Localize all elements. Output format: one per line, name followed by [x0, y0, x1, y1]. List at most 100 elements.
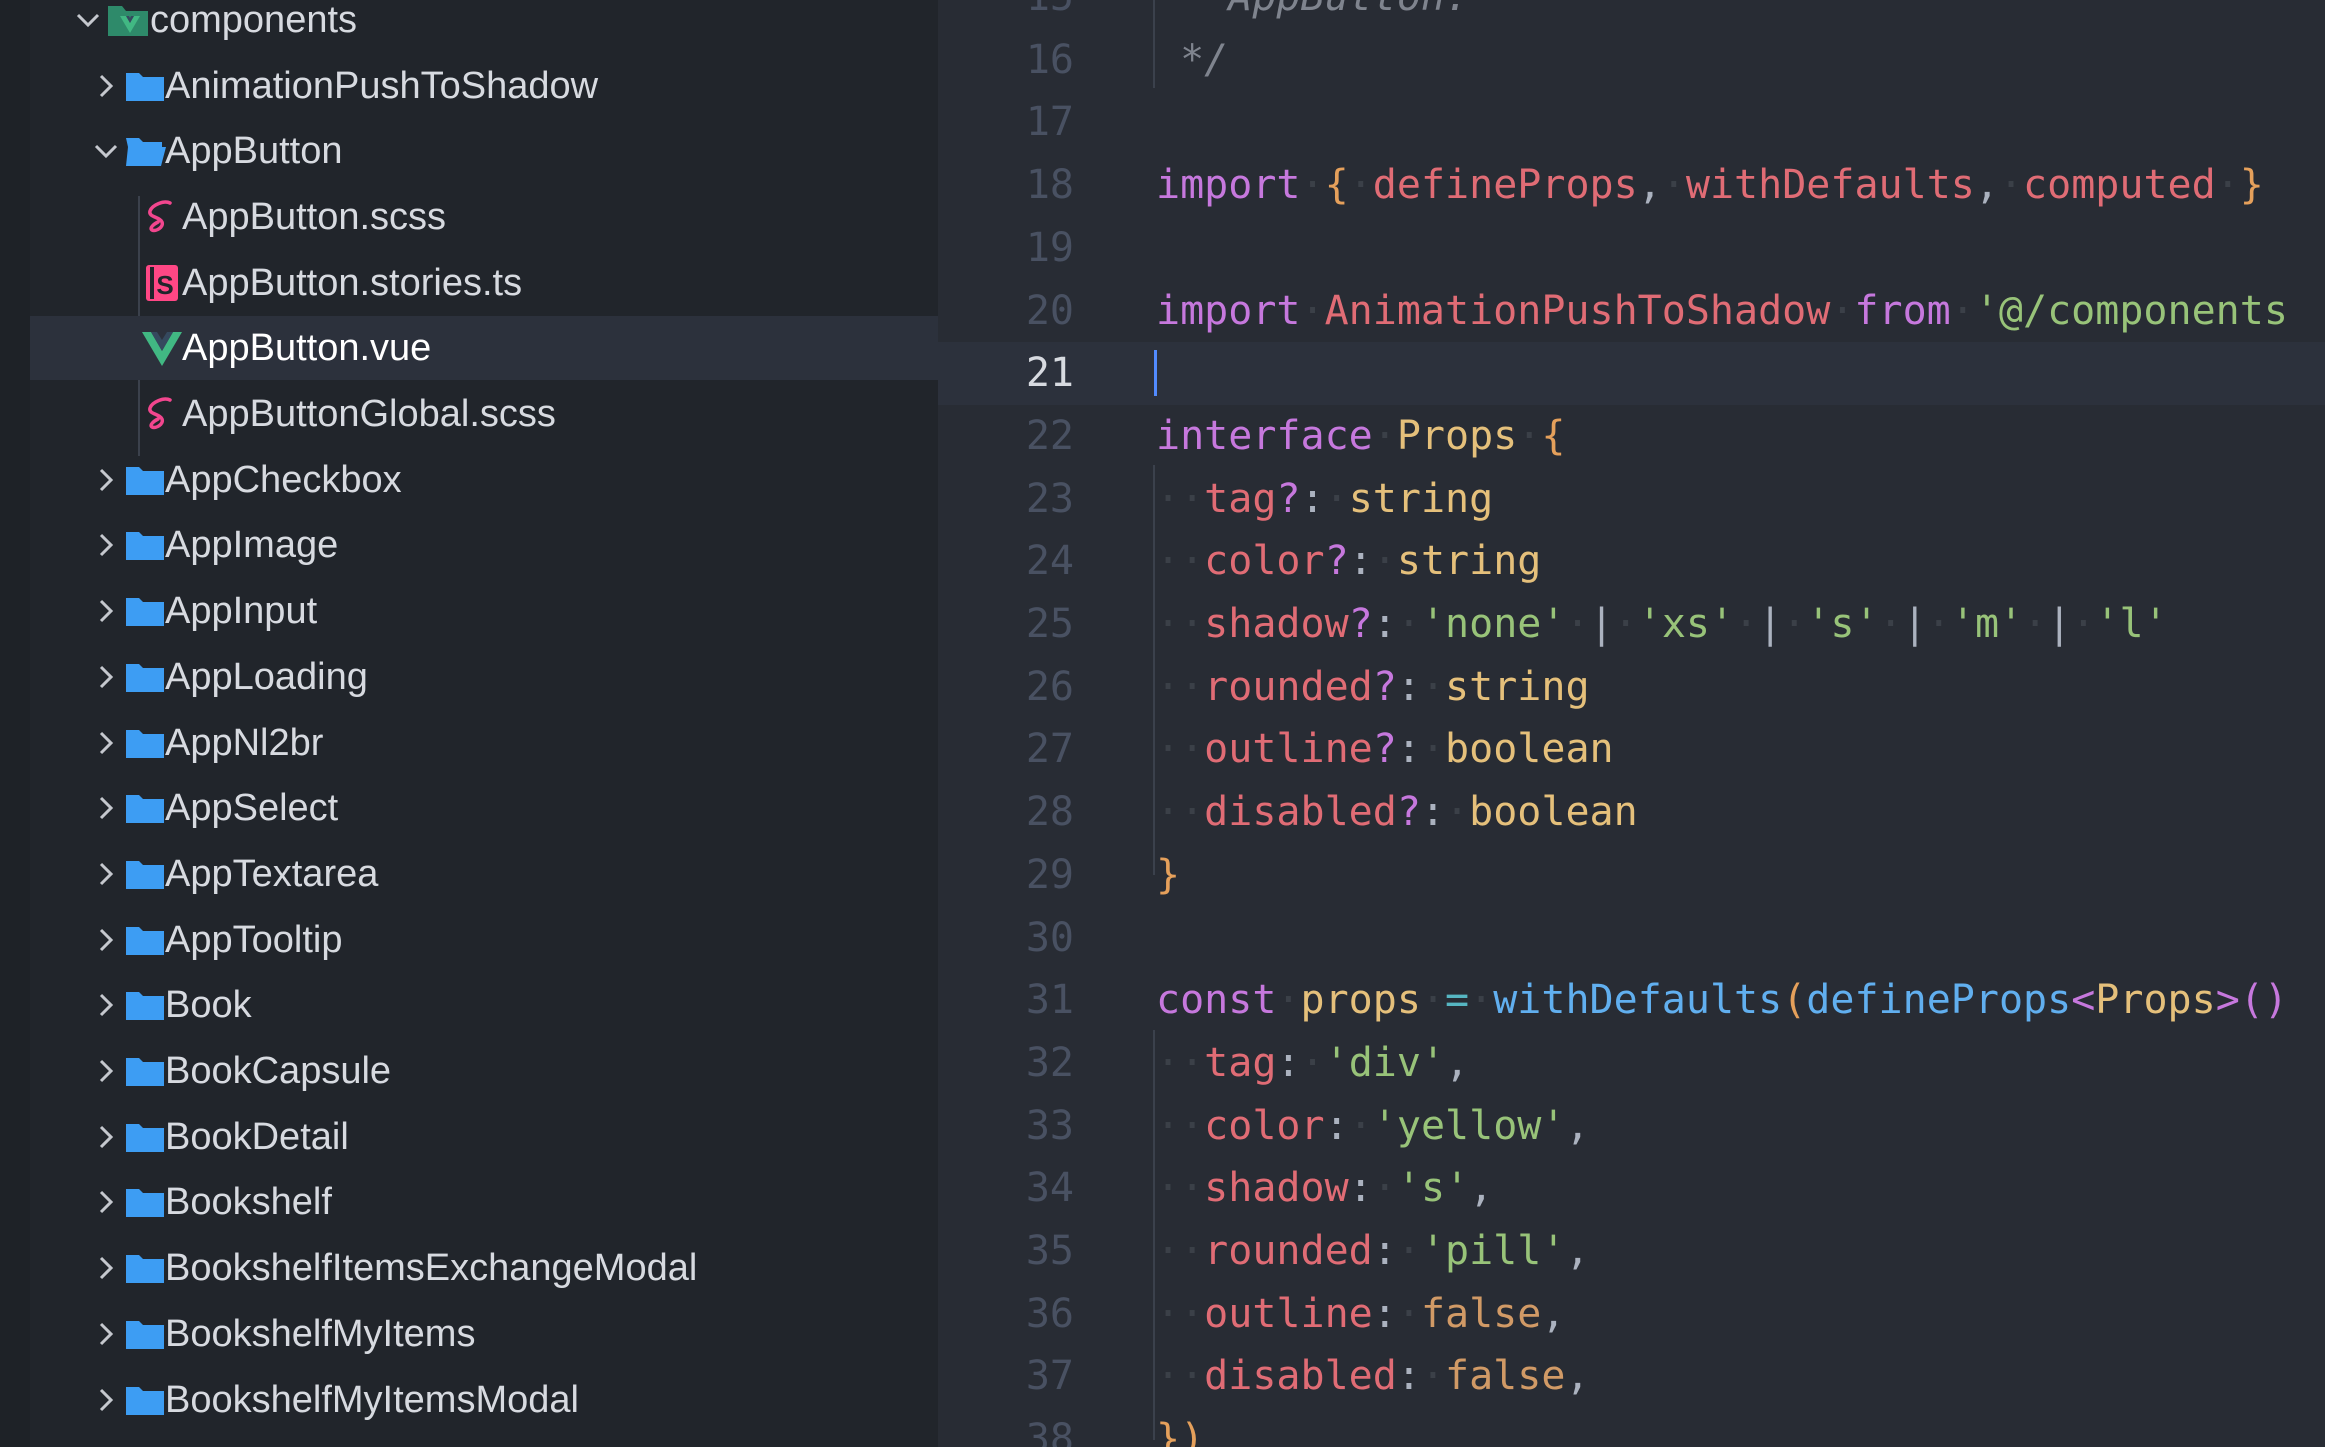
chevron-right-icon[interactable]: [88, 527, 124, 563]
code-token: 'l': [2095, 601, 2168, 647]
code-line[interactable]: 34 ··shadow:·'s',: [938, 1157, 2325, 1220]
code-token: ··: [1156, 663, 1205, 710]
tree-folder-book[interactable]: Book: [30, 973, 938, 1037]
code-token: withDefaults: [1493, 977, 1783, 1024]
code-line[interactable]: 38}): [938, 1408, 2325, 1447]
line-number: 29: [1025, 851, 1074, 898]
code-token: ·: [1420, 1353, 1446, 1400]
code-token: ·: [1348, 162, 1373, 209]
code-token: 'xs': [1637, 601, 1735, 647]
tree-folder-bookshelfmyitems[interactable]: BookshelfMyItems: [30, 1302, 938, 1366]
chevron-right-icon[interactable]: [88, 68, 124, 104]
code-line[interactable]: 27 ··outline?:·boolean: [938, 718, 2325, 781]
code-line[interactable]: 24 ··color?:·string: [938, 530, 2325, 593]
code-line[interactable]: 36 ··outline:·false,: [938, 1283, 2325, 1346]
line-number: 38: [1025, 1416, 1074, 1447]
tree-folder-apploading[interactable]: AppLoading: [30, 645, 938, 709]
chevron-right-icon[interactable]: [88, 1053, 124, 1089]
code-token: ·: [1348, 1102, 1373, 1149]
chevron-right-icon[interactable]: [88, 1184, 124, 1220]
code-token: ·: [1565, 601, 1590, 647]
chevron-right-icon[interactable]: [88, 659, 124, 695]
tree-folder-appimage[interactable]: AppImage: [30, 513, 938, 577]
chevron-right-icon[interactable]: [88, 1119, 124, 1155]
tree-file-appbutton-scss[interactable]: AppButton.scss: [30, 185, 938, 249]
folder-icon: [123, 66, 167, 106]
code-line[interactable]: 18 import·{·defineProps,·withDefaults,·co…: [938, 154, 2325, 217]
code-token: computed: [2023, 162, 2216, 209]
code-line[interactable]: 25 ··shadow?:·'none'·|·'xs'·|·'s'·|·'m'·|…: [938, 593, 2325, 656]
code-line[interactable]: 15 * AppButton.: [938, 0, 2325, 29]
code-line[interactable]: 17: [938, 91, 2325, 154]
tree-root-components[interactable]: components: [30, 0, 938, 52]
chevron-right-icon[interactable]: [88, 856, 124, 892]
tree-item-label: AppTextarea: [165, 852, 379, 895]
tree-folder-animationpushtoshadow[interactable]: AnimationPushToShadow: [30, 54, 938, 118]
tree-folder-bookcapsule[interactable]: BookCapsule: [30, 1039, 938, 1103]
chevron-right-icon[interactable]: [88, 790, 124, 826]
code-line-current[interactable]: 21: [938, 342, 2325, 405]
code-token: ·: [1950, 287, 1975, 334]
tree-folder-apptextarea[interactable]: AppTextarea: [30, 842, 938, 906]
chevron-right-icon[interactable]: [88, 987, 124, 1023]
code-line[interactable]: 33 ··color:·'yellow',: [938, 1095, 2325, 1158]
chevron-down-icon[interactable]: [70, 2, 106, 38]
code-line[interactable]: 35 ··rounded:·'pill',: [938, 1220, 2325, 1283]
code-line[interactable]: 23 ··tag?:·string: [938, 468, 2325, 531]
code-line[interactable]: 32 ··tag:·'div',: [938, 1032, 2325, 1095]
code-token: outline: [1204, 1290, 1373, 1337]
chevron-right-icon[interactable]: [88, 593, 124, 629]
code-line[interactable]: 28 ··disabled?:·boolean: [938, 781, 2325, 844]
tree-folder-appbutton[interactable]: AppButton: [30, 119, 938, 183]
code-token: ··: [1156, 538, 1205, 585]
tree-folder-bookshelfmyitemsmodal[interactable]: BookshelfMyItemsModal: [30, 1368, 938, 1432]
tree-folder-appinput[interactable]: AppInput: [30, 579, 938, 643]
code-token: ··: [1156, 1165, 1205, 1212]
line-number: 28: [1025, 789, 1074, 836]
code-line[interactable]: 20 import·AnimationPushToShadow·from·'@/c…: [938, 280, 2325, 343]
code-line[interactable]: 19: [938, 217, 2325, 280]
code-token: props: [1300, 977, 1421, 1024]
code-token: ·: [1396, 1228, 1421, 1274]
code-token: ··: [1156, 1039, 1205, 1086]
code-line[interactable]: 16 */: [938, 29, 2325, 92]
code-token: false: [1420, 1290, 1542, 1337]
tree-folder-apptooltip[interactable]: AppTooltip: [30, 908, 938, 972]
code-token: ·: [2023, 601, 2048, 647]
code-token: ·: [2215, 162, 2240, 209]
code-token: ?: [1372, 726, 1397, 773]
tree-folder-appnl2br[interactable]: AppNl2br: [30, 711, 938, 775]
tree-file-appbutton-stories-ts[interactable]: S AppButton.stories.ts: [30, 251, 938, 315]
code-token: :: [1372, 601, 1397, 647]
code-token: '@/components: [1974, 287, 2288, 334]
code-token: ··: [1156, 1228, 1205, 1274]
code-line[interactable]: 30: [938, 907, 2325, 970]
chevron-down-icon[interactable]: [88, 133, 124, 169]
chevron-right-icon[interactable]: [88, 1382, 124, 1418]
chevron-right-icon[interactable]: [88, 462, 124, 498]
line-number: 27: [1025, 726, 1074, 773]
tree-folder-bookshelf[interactable]: Bookshelf: [30, 1170, 938, 1234]
code-editor[interactable]: 15 * AppButton.16 */1718import·{·defineP…: [938, 0, 2325, 1447]
activity-bar-edge: [0, 0, 30, 1447]
code-token: ?: [1324, 538, 1349, 585]
code-text: import·AnimationPushToShadow·from·'@/com…: [1156, 286, 2288, 336]
code-line[interactable]: 22 interface·Props·{: [938, 405, 2325, 468]
tree-file-appbuttonglobal-scss[interactable]: AppButtonGlobal.scss: [30, 382, 938, 446]
code-text: import·{·defineProps,·withDefaults,·comp…: [1156, 160, 2264, 210]
chevron-right-icon[interactable]: [88, 1250, 124, 1286]
chevron-right-icon[interactable]: [88, 725, 124, 761]
code-line[interactable]: 37 ··disabled:·false,: [938, 1345, 2325, 1408]
code-token: :: [1348, 1165, 1373, 1212]
tree-folder-appselect[interactable]: AppSelect: [30, 776, 938, 840]
chevron-right-icon[interactable]: [88, 922, 124, 958]
code-line[interactable]: 29}: [938, 844, 2325, 907]
tree-folder-bookshelfitemsexchangemodal[interactable]: BookshelfItemsExchangeModal: [30, 1236, 938, 1300]
chevron-right-icon[interactable]: [88, 1316, 124, 1352]
code-line[interactable]: 31 const·props·=·withDefaults(defineProps…: [938, 969, 2325, 1032]
code-text: ··shadow?:·'none'·|·'xs'·|·'s'·|·'m'·|·'…: [1156, 599, 2168, 649]
tree-folder-bookdetail[interactable]: BookDetail: [30, 1105, 938, 1169]
tree-folder-appcheckbox[interactable]: AppCheckbox: [30, 448, 938, 512]
code-line[interactable]: 26 ··rounded?:·string: [938, 656, 2325, 719]
tree-file-appbutton-vue[interactable]: AppButton.vue: [30, 316, 938, 381]
